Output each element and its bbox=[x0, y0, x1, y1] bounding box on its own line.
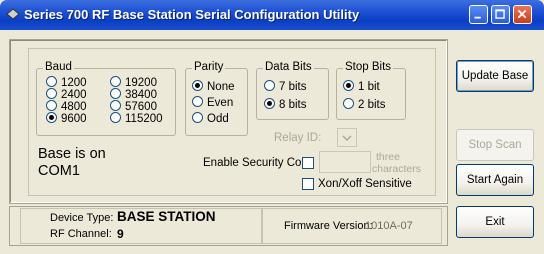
xon-xoff-label: Xon/Xoff Sensitive bbox=[318, 178, 412, 190]
security-code-checkbox[interactable] bbox=[302, 157, 314, 169]
xon-xoff-checkbox[interactable] bbox=[302, 178, 314, 190]
device-type-value: BASE STATION bbox=[117, 209, 216, 224]
parity-legend: Parity bbox=[192, 61, 226, 73]
radio-icon bbox=[192, 112, 203, 124]
security-hint-line-1: three bbox=[376, 151, 400, 163]
stop-bits-group: Stop Bits bbox=[336, 61, 406, 120]
firmware-version-value: 1010A-07 bbox=[365, 220, 413, 232]
app-icon bbox=[6, 8, 20, 20]
relay-id-select[interactable] bbox=[337, 128, 357, 147]
chevron-down-icon bbox=[342, 135, 352, 141]
radio-icon bbox=[110, 100, 121, 112]
security-hint-line-2: characters bbox=[372, 163, 422, 175]
radio-icon bbox=[343, 98, 354, 110]
radio-icon bbox=[264, 80, 275, 92]
radio-icon bbox=[110, 76, 121, 88]
radio-icon bbox=[46, 76, 57, 88]
close-button[interactable] bbox=[513, 5, 532, 24]
data-bits-legend: Data Bits bbox=[263, 61, 314, 73]
stop-bits-option-1[interactable]: 1 bit bbox=[343, 80, 380, 94]
stop-scan-button[interactable]: Stop Scan bbox=[456, 129, 534, 161]
stop-bits-legend: Stop Bits bbox=[343, 61, 394, 73]
baud-legend: Baud bbox=[43, 61, 74, 73]
data-bits-option-7[interactable]: 7 bits bbox=[264, 80, 307, 94]
relay-id-label: Relay ID: bbox=[274, 132, 322, 144]
update-base-button[interactable]: Update Base bbox=[456, 60, 534, 92]
status-line-1: Base is on bbox=[38, 146, 106, 162]
parity-option-none[interactable]: None bbox=[192, 80, 235, 94]
status-line-2: COM1 bbox=[38, 163, 80, 179]
rf-channel-value: 9 bbox=[117, 227, 124, 241]
radio-selected-icon bbox=[264, 98, 275, 110]
minimize-icon bbox=[474, 16, 481, 19]
minimize-button[interactable] bbox=[469, 5, 488, 24]
firmware-version-label: Firmware Version: bbox=[284, 220, 373, 232]
data-bits-option-8[interactable]: 8 bits bbox=[264, 98, 307, 112]
radio-selected-icon bbox=[192, 80, 203, 92]
radio-selected-icon bbox=[46, 112, 57, 124]
data-bits-group: Data Bits bbox=[256, 61, 329, 120]
radio-icon bbox=[46, 100, 57, 112]
radio-icon bbox=[46, 88, 57, 100]
maximize-icon bbox=[495, 9, 505, 19]
title-bar[interactable]: Series 700 RF Base Station Serial Config… bbox=[0, 0, 544, 30]
rf-channel-label: RF Channel: bbox=[50, 228, 112, 240]
radio-icon bbox=[110, 112, 121, 124]
client-area: Baud 1200 2400 4800 9600 19200 38400 576… bbox=[4, 30, 540, 250]
close-icon bbox=[517, 9, 527, 19]
baud-option-115200[interactable]: 115200 bbox=[110, 112, 163, 126]
radio-icon bbox=[192, 96, 203, 108]
parity-option-even[interactable]: Even bbox=[192, 96, 233, 110]
stop-bits-option-2[interactable]: 2 bits bbox=[343, 98, 386, 112]
radio-icon bbox=[110, 88, 121, 100]
baud-option-9600[interactable]: 9600 bbox=[46, 112, 87, 126]
maximize-button[interactable] bbox=[491, 5, 510, 24]
security-code-input[interactable] bbox=[319, 151, 371, 173]
radio-selected-icon bbox=[343, 80, 354, 92]
window-title: Series 700 RF Base Station Serial Config… bbox=[24, 7, 360, 22]
exit-button[interactable]: Exit bbox=[456, 206, 534, 238]
security-code-label: Enable Security Code bbox=[203, 157, 315, 169]
device-type-label: Device Type: bbox=[50, 212, 114, 224]
start-again-button[interactable]: Start Again bbox=[456, 164, 534, 196]
parity-option-odd[interactable]: Odd bbox=[192, 112, 229, 126]
